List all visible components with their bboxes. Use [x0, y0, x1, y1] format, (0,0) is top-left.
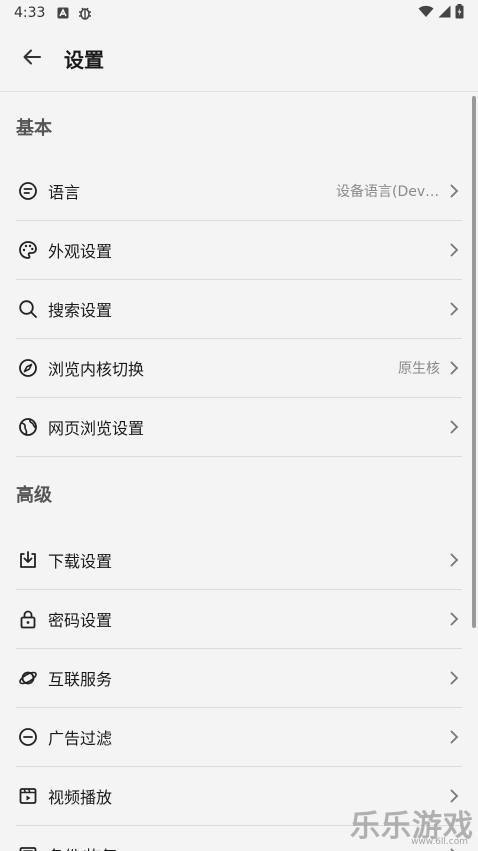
settings-item-label: 搜索设置: [48, 301, 113, 320]
section-header-advanced: 高级: [16, 485, 52, 506]
lock-icon: [16, 607, 40, 631]
status-bar: 4:33: [0, 0, 478, 26]
chevron-right-icon: [446, 670, 462, 686]
app-bar: 设置: [0, 26, 478, 92]
watermark-url: www.6ll.com: [411, 837, 468, 847]
download-icon: [16, 548, 40, 572]
chevron-right-icon: [446, 360, 462, 376]
chevron-right-icon: [446, 552, 462, 568]
language-icon: [16, 179, 40, 203]
settings-item-label: 密码设置: [48, 611, 113, 630]
settings-item-label: 互联服务: [48, 670, 113, 689]
video-icon: [16, 784, 40, 808]
chevron-right-icon: [446, 729, 462, 745]
settings-item-label: 视频播放: [48, 788, 113, 807]
page-title: 设置: [64, 48, 104, 72]
settings-item-label: 备份/恢复: [48, 843, 117, 851]
settings-item-label: 网页浏览设置: [48, 419, 145, 438]
chevron-right-icon: [446, 301, 462, 317]
settings-item-connected-services[interactable]: 互联服务: [16, 649, 462, 708]
settings-item-label: 语言: [48, 183, 81, 202]
chevron-right-icon: [446, 611, 462, 627]
settings-item-value: 原生核: [398, 361, 440, 377]
settings-item-label: 下载设置: [48, 552, 113, 571]
settings-item-search[interactable]: 搜索设置: [16, 280, 462, 339]
settings-item-download[interactable]: 下载设置: [16, 531, 462, 590]
settings-item-password[interactable]: 密码设置: [16, 590, 462, 649]
palette-icon: [16, 238, 40, 262]
settings-item-label: 广告过滤: [48, 729, 113, 748]
chevron-right-icon: [446, 419, 462, 435]
settings-item-web-browsing[interactable]: 网页浏览设置: [16, 398, 462, 457]
back-button[interactable]: [0, 26, 64, 92]
battery-icon: [455, 3, 464, 23]
chevron-right-icon: [446, 183, 462, 199]
settings-list[interactable]: 基本 语言 设备语言(Devi… 外观设置 搜索设置 浏览内核切换 原生核 网页…: [0, 92, 478, 851]
wifi-icon: [418, 5, 434, 22]
settings-item-appearance[interactable]: 外观设置: [16, 221, 462, 280]
status-right-icons: [418, 3, 464, 23]
globe-icon: [16, 415, 40, 439]
backup-icon: [16, 843, 40, 851]
block-icon: [16, 725, 40, 749]
watermark: 乐乐游戏 www.6ll.com: [350, 801, 474, 847]
chevron-right-icon: [446, 242, 462, 258]
settings-item-value: 设备语言(Devi…: [336, 184, 440, 200]
notification-a-icon: [57, 7, 69, 19]
settings-item-label: 浏览内核切换: [48, 360, 145, 379]
planet-icon: [16, 666, 40, 690]
compass-icon: [16, 356, 40, 380]
settings-item-language[interactable]: 语言 设备语言(Devi…: [16, 162, 462, 221]
section-header-basic: 基本: [16, 118, 52, 139]
settings-item-label: 外观设置: [48, 242, 113, 261]
signal-icon: [438, 5, 451, 22]
scrollbar[interactable]: [472, 96, 476, 628]
settings-item-browser-core[interactable]: 浏览内核切换 原生核: [16, 339, 462, 398]
arrow-left-icon: [22, 47, 42, 71]
settings-item-ad-filter[interactable]: 广告过滤: [16, 708, 462, 767]
chevron-right-icon: [446, 847, 462, 851]
bug-icon: [77, 6, 93, 20]
status-time: 4:33: [14, 5, 46, 21]
search-icon: [16, 297, 40, 321]
